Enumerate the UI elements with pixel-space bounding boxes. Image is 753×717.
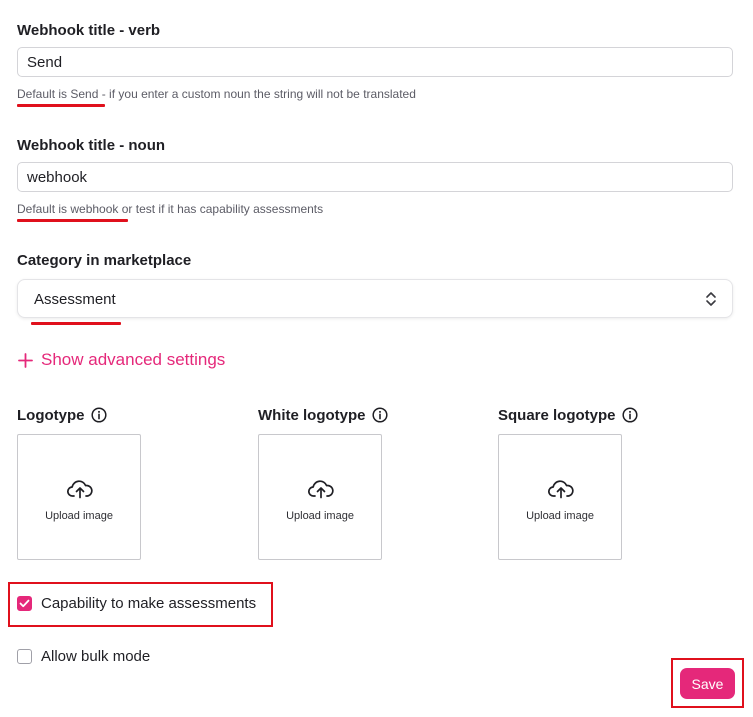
verb-label: Webhook title - verb [17,22,161,39]
white-logotype-upload-group: White logotype Upload image [258,404,388,560]
checkmark-icon [19,599,30,608]
bulk-mode-checkbox-row[interactable]: Allow bulk mode [17,648,150,665]
verb-hint-annotation-underline [17,104,105,107]
info-icon[interactable] [371,407,388,423]
category-select[interactable]: Assessment [17,279,733,318]
verb-hint-default: Default is Send [17,87,99,101]
logotype-upload-group: Logotype Upload image [17,404,141,560]
logotype-label: Logotype [17,406,85,424]
cloud-upload-icon [67,480,93,499]
category-label: Category in marketplace [17,252,192,269]
logotype-upload-area[interactable]: Upload image [17,434,141,560]
chevron-up-down-icon [706,292,716,306]
webhook-settings-form: Webhook title - verb Default is Send - i… [0,0,753,717]
show-advanced-settings-link[interactable]: Show advanced settings [18,350,225,370]
capability-checkbox[interactable] [17,596,32,611]
info-icon[interactable] [90,407,107,423]
capability-checkbox-row[interactable]: Capability to make assessments [17,595,256,612]
verb-hint-rest: - if you enter a custom noun the string … [98,87,416,101]
white-logotype-label: White logotype [258,406,366,424]
upload-image-label: Upload image [526,510,594,522]
square-logotype-upload-group: Square logotype Upload image [498,404,638,560]
cloud-upload-icon [548,480,574,499]
verb-input[interactable] [17,47,733,77]
category-select-value: Assessment [34,291,116,308]
bulk-mode-checkbox[interactable] [17,649,32,664]
plus-icon [18,352,33,368]
noun-hint: Default is webhook or test if it has cap… [17,202,323,216]
upload-image-label: Upload image [286,510,354,522]
noun-label: Webhook title - noun [17,137,166,154]
save-button[interactable]: Save [680,668,735,699]
white-logotype-upload-area[interactable]: Upload image [258,434,382,560]
upload-image-label: Upload image [45,510,113,522]
cloud-upload-icon [308,480,334,499]
verb-hint: Default is Send - if you enter a custom … [17,87,416,101]
noun-hint-annotation-underline [17,219,128,222]
bulk-mode-label: Allow bulk mode [41,648,151,665]
show-advanced-settings-label: Show advanced settings [41,350,226,369]
square-logotype-upload-area[interactable]: Upload image [498,434,622,560]
capability-label: Capability to make assessments [41,595,257,612]
category-annotation-underline [31,322,121,325]
noun-input[interactable] [17,162,733,192]
noun-hint-default: Default is webhook [17,202,119,216]
noun-hint-rest: or test if it has capability assessments [118,202,324,216]
square-logotype-label: Square logotype [498,406,616,424]
info-icon[interactable] [621,407,638,423]
